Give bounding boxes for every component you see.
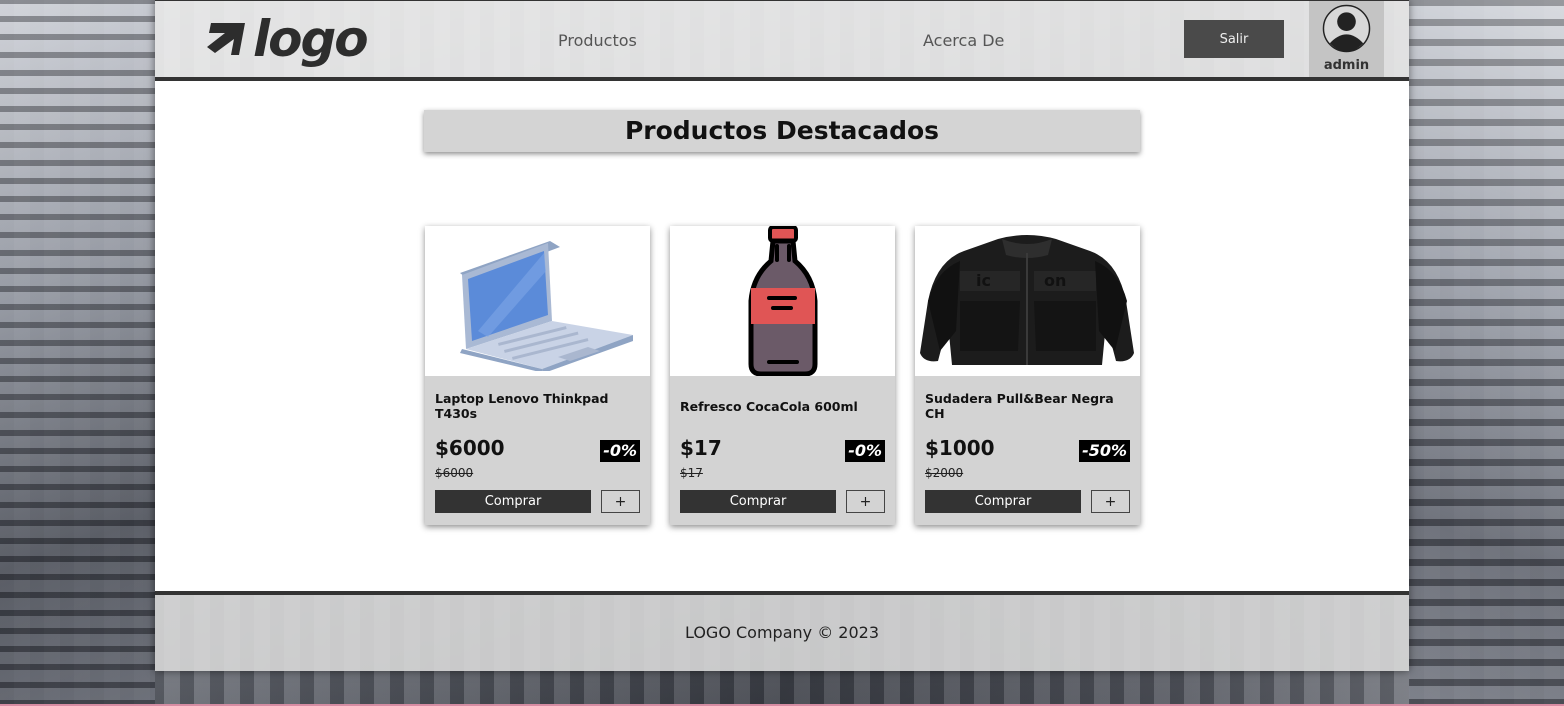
- product-image: [670, 226, 895, 376]
- logout-button[interactable]: Salir: [1184, 20, 1284, 58]
- product-old-price: $6000: [435, 466, 474, 480]
- site-header: logo Productos Acerca De Salir admin: [155, 0, 1409, 81]
- buy-button[interactable]: Comprar: [925, 490, 1081, 513]
- discount-badge: -0%: [845, 440, 885, 462]
- buy-button[interactable]: Comprar: [435, 490, 591, 513]
- logo-mark-icon: [207, 23, 245, 55]
- product-price: $1000: [925, 436, 995, 460]
- add-to-cart-button[interactable]: +: [1091, 490, 1130, 513]
- product-price: $17: [680, 436, 722, 460]
- add-to-cart-button[interactable]: +: [601, 490, 640, 513]
- svg-text:ic: ic: [976, 271, 991, 290]
- discount-badge: -50%: [1079, 440, 1130, 462]
- user-profile[interactable]: admin: [1309, 1, 1384, 77]
- product-image: ic on: [915, 226, 1140, 376]
- logo-text: logo: [253, 10, 369, 68]
- nav-link-acerca-de[interactable]: Acerca De: [923, 31, 1004, 50]
- product-old-price: $2000: [925, 466, 964, 480]
- product-name: Sudadera Pull&Bear Negra CH: [925, 391, 1114, 421]
- footer-copyright: LOGO Company © 2023: [684, 623, 880, 642]
- user-avatar-icon: [1322, 4, 1371, 53]
- jacket-image: ic on: [920, 235, 1134, 365]
- svg-text:on: on: [1044, 271, 1066, 290]
- laptop-image: [459, 241, 633, 371]
- product-card: Refresco CocaCola 600ml $17 -0% $17 Comp…: [670, 226, 895, 525]
- site-logo[interactable]: logo: [205, 10, 369, 68]
- site-footer: LOGO Company © 2023: [155, 591, 1409, 671]
- product-name: Refresco CocaCola 600ml: [680, 398, 858, 414]
- buy-button[interactable]: Comprar: [680, 490, 836, 513]
- product-price: $6000: [435, 436, 505, 460]
- soda-bottle-image: [748, 226, 817, 376]
- background-building-right: [1409, 0, 1564, 706]
- product-name: Laptop Lenovo Thinkpad T430s: [435, 391, 609, 421]
- product-old-price: $17: [680, 466, 703, 480]
- nav-link-productos[interactable]: Productos: [558, 31, 637, 50]
- product-image: [425, 226, 650, 376]
- background-building-left: [0, 0, 155, 706]
- discount-badge: -0%: [600, 440, 640, 462]
- user-name: admin: [1323, 58, 1370, 73]
- product-card: Laptop Lenovo Thinkpad T430s $6000 -0% $…: [425, 226, 650, 525]
- add-to-cart-button[interactable]: +: [846, 490, 885, 513]
- page-container: logo Productos Acerca De Salir admin Pro…: [155, 0, 1409, 671]
- section-title: Productos Destacados: [424, 110, 1140, 152]
- main-content: Productos Destacados Laptop Lenovo Think…: [155, 81, 1409, 591]
- product-card: ic on Sudadera Pull&Bear Negra CH $1000 …: [915, 226, 1140, 525]
